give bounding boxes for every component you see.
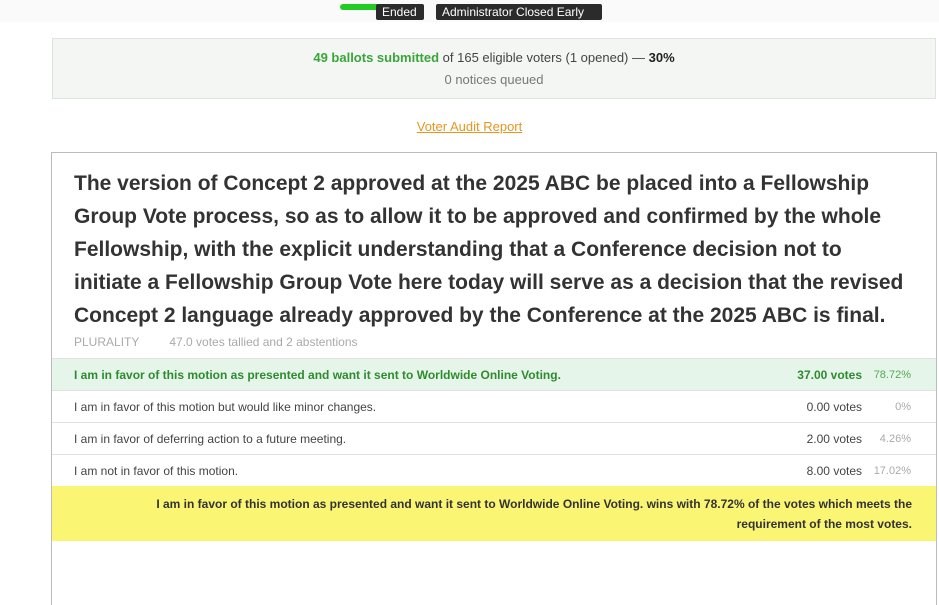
ballots-submitted: 49 ballots submitted	[313, 50, 440, 65]
motion-card: The version of Concept 2 approved at the…	[51, 152, 937, 605]
option-row: I am in favor of deferring action to a f…	[52, 422, 936, 454]
tally-summary: 47.0 votes tallied and 2 abstentions	[169, 335, 358, 349]
option-label: I am in favor of deferring action to a f…	[74, 432, 347, 446]
option-percent: 78.72%	[873, 369, 911, 381]
option-label: I am in favor of this motion as presente…	[74, 368, 561, 382]
result-banner: I am in favor of this motion as presente…	[52, 486, 936, 541]
option-label: I am not in favor of this motion.	[74, 464, 239, 478]
turnout-percent: 30%	[648, 50, 675, 65]
option-votes: 2.00 votes	[806, 432, 862, 446]
voting-method: PLURALITY	[74, 335, 140, 349]
option-row: I am in favor of this motion but would l…	[52, 390, 936, 422]
option-votes: 37.00 votes	[797, 368, 862, 382]
status-bar: Ended Administrator Closed Early	[0, 0, 939, 22]
option-percent: 0%	[895, 401, 911, 413]
ballot-count-line: 49 ballots submitted of 165 eligible vot…	[53, 50, 935, 65]
notices-queued: 0 notices queued	[444, 72, 544, 87]
option-percent: 17.02%	[873, 465, 911, 477]
option-row-winner: I am in favor of this motion as presente…	[52, 358, 936, 390]
ballot-summary: 49 ballots submitted of 165 eligible vot…	[52, 38, 936, 99]
option-label: I am in favor of this motion but would l…	[74, 400, 377, 414]
option-votes: 8.00 votes	[806, 464, 862, 478]
status-badge-ended: Ended	[376, 4, 424, 20]
eligible-voters: of 165 eligible voters (1 opened) —	[439, 50, 649, 65]
option-percent: 4.26%	[879, 433, 911, 445]
option-row: I am not in favor of this motion. 8.00 v…	[52, 454, 936, 486]
motion-meta: PLURALITY 47.0 votes tallied and 2 absten…	[74, 335, 358, 349]
option-votes: 0.00 votes	[806, 400, 862, 414]
status-badge-closed-early: Administrator Closed Early	[436, 4, 602, 20]
motion-text: The version of Concept 2 approved at the…	[74, 172, 904, 327]
voter-audit-report-link[interactable]: Voter Audit Report	[0, 119, 939, 134]
